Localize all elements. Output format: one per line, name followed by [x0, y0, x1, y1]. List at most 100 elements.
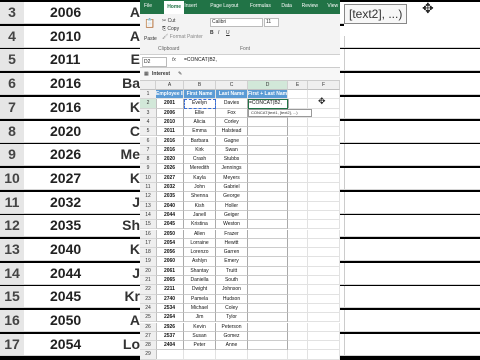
row-header[interactable]: 16 [140, 229, 157, 239]
table-cell[interactable] [288, 99, 308, 109]
tab-review[interactable]: Review [302, 3, 318, 9]
row-header[interactable]: 17 [140, 238, 157, 249]
row-header[interactable]: 21 [140, 276, 157, 286]
column-header-d[interactable]: D [248, 81, 288, 90]
table-cell[interactable] [248, 285, 288, 295]
table-cell[interactable]: Kayla [184, 173, 216, 183]
table-cell[interactable]: Holler [216, 201, 248, 211]
bold-button[interactable]: B [210, 30, 214, 36]
table-cell[interactable] [308, 294, 340, 304]
row-header[interactable]: 25 [140, 313, 157, 323]
row-header[interactable]: 1 [140, 90, 157, 100]
table-cell[interactable]: Peterson [216, 322, 248, 332]
table-cell[interactable]: 2926 [156, 322, 184, 332]
table-cell[interactable] [248, 210, 288, 221]
table-cell[interactable] [288, 238, 308, 249]
row-header[interactable]: 15 [140, 220, 157, 230]
table-cell[interactable] [248, 276, 288, 286]
table-cell[interactable]: 2065 [156, 276, 184, 286]
tab-view[interactable]: View [327, 3, 338, 9]
table-cell[interactable]: 2032 [156, 183, 184, 193]
table-cell[interactable] [308, 183, 340, 193]
table-cell[interactable]: South [216, 276, 248, 286]
table-cell[interactable]: Ashlyn [184, 257, 216, 267]
table-cell[interactable] [288, 294, 308, 304]
table-cell[interactable] [308, 117, 340, 128]
table-cell[interactable]: Swan [216, 145, 248, 156]
table-cell[interactable]: 2027 [156, 173, 184, 183]
table-cell[interactable]: 2054 [156, 238, 184, 249]
table-cell[interactable]: 2740 [156, 294, 184, 304]
table-cell[interactable]: 2534 [156, 303, 184, 314]
table-cell[interactable]: Kevin [184, 322, 216, 332]
table-cell[interactable]: 2061 [156, 266, 184, 276]
table-cell[interactable]: 2026 [156, 164, 184, 174]
row-header[interactable]: 26 [140, 322, 157, 332]
font-name-select[interactable]: Calibri [210, 18, 263, 27]
table-cell[interactable] [288, 164, 308, 174]
table-cell[interactable]: 2404 [156, 341, 184, 351]
table-cell[interactable] [288, 266, 308, 276]
row-header[interactable]: 22 [140, 285, 157, 295]
table-cell[interactable] [308, 220, 340, 230]
table-cell[interactable] [288, 220, 308, 230]
table-cell[interactable] [248, 155, 288, 165]
table-cell[interactable] [288, 201, 308, 211]
table-cell[interactable] [248, 331, 288, 342]
table-cell[interactable]: Meredith [184, 164, 216, 174]
table-cell[interactable]: 2040 [156, 201, 184, 211]
table-cell[interactable] [248, 294, 288, 304]
row-header[interactable]: 11 [140, 183, 157, 193]
table-cell[interactable]: Peter [184, 341, 216, 351]
row-header[interactable]: 6 [140, 136, 157, 146]
table-cell[interactable]: 2016 [156, 145, 184, 156]
table-cell[interactable]: 2001 [156, 99, 184, 109]
table-cell[interactable] [288, 303, 308, 314]
table-cell[interactable]: Emery [216, 257, 248, 267]
table-cell[interactable]: 2011 [156, 127, 184, 137]
table-cell[interactable]: Emma [184, 127, 216, 137]
table-cell[interactable]: 2050 [156, 229, 184, 239]
table-cell[interactable]: Lorraine [184, 238, 216, 249]
table-cell[interactable]: Pamela [184, 294, 216, 304]
font-size-select[interactable]: 11 [264, 18, 279, 27]
table-cell[interactable]: Johnson [216, 285, 248, 295]
table-cell[interactable]: Halstead [216, 127, 248, 137]
table-cell[interactable]: 2060 [156, 257, 184, 267]
table-cell[interactable]: Janell [184, 210, 216, 221]
row-header[interactable]: 7 [140, 145, 157, 156]
table-cell[interactable] [308, 276, 340, 286]
tab-formulas[interactable]: Formulas [250, 3, 271, 9]
table-cell[interactable]: 2537 [156, 331, 184, 342]
table-cell[interactable]: Weston [216, 220, 248, 230]
row-header[interactable]: 8 [140, 155, 157, 165]
select-all-corner[interactable] [140, 81, 156, 90]
table-cell[interactable]: Meyers [216, 173, 248, 183]
table-cell[interactable] [308, 313, 340, 323]
table-cell[interactable] [308, 331, 340, 342]
table-cell[interactable] [288, 276, 308, 286]
table-cell[interactable] [248, 350, 288, 360]
table-cell[interactable]: 2035 [156, 192, 184, 202]
table-cell[interactable] [308, 350, 340, 360]
table-cell[interactable]: Garren [216, 248, 248, 258]
table-cell[interactable] [308, 229, 340, 239]
table-cell[interactable]: Shenna [184, 192, 216, 202]
table-cell[interactable] [248, 229, 288, 239]
table-cell[interactable] [184, 350, 216, 360]
table-cell[interactable]: 2020 [156, 155, 184, 165]
table-cell[interactable] [308, 127, 340, 137]
table-cell[interactable]: 2211 [156, 285, 184, 295]
table-cell[interactable] [248, 238, 288, 249]
table-cell[interactable] [248, 145, 288, 156]
table-cell[interactable] [248, 322, 288, 332]
row-header[interactable]: 19 [140, 257, 157, 267]
table-cell[interactable] [308, 136, 340, 146]
table-cell[interactable] [288, 183, 308, 193]
column-header-a[interactable]: A [156, 81, 184, 90]
table-cell[interactable] [288, 136, 308, 146]
table-cell[interactable] [288, 192, 308, 202]
column-header-e[interactable]: E [288, 81, 308, 90]
table-cell[interactable]: Kish [184, 201, 216, 211]
table-cell[interactable] [308, 201, 340, 211]
